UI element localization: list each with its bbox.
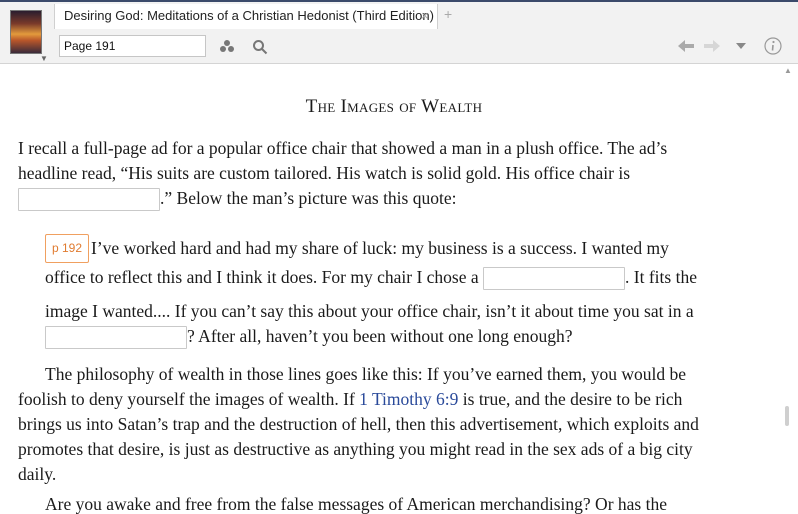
cover-menu-caret-icon[interactable]: ▼ <box>40 54 48 63</box>
text-line: I recall a full-page ad for a popular of… <box>18 138 668 158</box>
text-fragment: office to reflect this and I think it do… <box>45 267 479 287</box>
tab-close-icon[interactable]: × <box>421 8 429 23</box>
text-fragment: is true, and the desire to be rich <box>458 389 683 409</box>
text-line: headline read, “His suits are custom tai… <box>18 163 631 183</box>
forward-arrow-icon[interactable] <box>704 40 720 52</box>
text-line: foolish to deny yourself the images of w… <box>18 387 770 412</box>
text-line: office to reflect this and I think it do… <box>45 265 775 290</box>
fill-in-blank-field[interactable] <box>483 267 626 290</box>
page-navigation-input[interactable] <box>59 35 206 57</box>
chevron-down-icon[interactable] <box>736 42 746 50</box>
dots-icon[interactable] <box>219 39 235 53</box>
text-line: p 192 I’ve worked hard and had my share o… <box>45 234 775 263</box>
text-line: image I wanted.... If you can’t say this… <box>45 301 694 321</box>
text-line: ? After all, haven’t you been without on… <box>45 324 775 349</box>
text-line: Are you awake and free from the false me… <box>45 494 667 514</box>
info-icon[interactable] <box>764 37 782 55</box>
scrollbar-thumb[interactable] <box>785 406 789 426</box>
text-fragment: . It fits the <box>625 267 697 287</box>
tab-book[interactable]: Desiring God: Meditations of a Christian… <box>54 4 438 29</box>
text-fragment: ? After all, haven’t you been without on… <box>187 326 573 346</box>
paragraph-question: Are you awake and free from the false me… <box>18 492 770 514</box>
text-line: daily. <box>18 464 57 484</box>
scroll-up-arrow-icon[interactable]: ▲ <box>784 66 792 75</box>
paragraph-intro: I recall a full-page ad for a popular of… <box>18 136 770 211</box>
book-cover-thumbnail[interactable] <box>10 10 42 54</box>
text-line: .” Below the man’s picture was this quot… <box>18 186 770 211</box>
fill-in-blank-field[interactable] <box>18 188 160 211</box>
reader-toolbar: ▼ Desiring God: Meditations of a Christi… <box>0 2 798 64</box>
tab-title: Desiring God: Meditations of a Christian… <box>64 8 434 23</box>
text-line: brings us into Satan’s trap and the dest… <box>18 414 699 434</box>
text-fragment: I’ve worked hard and had my share of luc… <box>91 238 669 258</box>
text-line: The philosophy of wealth in those lines … <box>45 364 687 384</box>
text-fragment: .” Below the man’s picture was this quot… <box>160 188 457 208</box>
search-icon[interactable] <box>252 39 268 55</box>
block-quote: p 192 I’ve worked hard and had my share o… <box>45 234 775 349</box>
paragraph-philosophy: The philosophy of wealth in those lines … <box>18 362 770 487</box>
page-marker-badge[interactable]: p 192 <box>45 234 90 263</box>
text-fragment: foolish to deny yourself the images of w… <box>18 389 360 409</box>
scripture-reference-link[interactable]: 1 Timothy 6:9 <box>359 389 458 409</box>
text-line: promotes that desire, is just as destruc… <box>18 439 693 459</box>
new-tab-button[interactable]: + <box>444 6 452 22</box>
fill-in-blank-field[interactable] <box>45 326 187 349</box>
section-heading: The Images of Wealth <box>305 96 483 117</box>
back-arrow-icon[interactable] <box>678 40 694 52</box>
book-content: The Images of Wealth I recall a full-pag… <box>18 64 780 514</box>
